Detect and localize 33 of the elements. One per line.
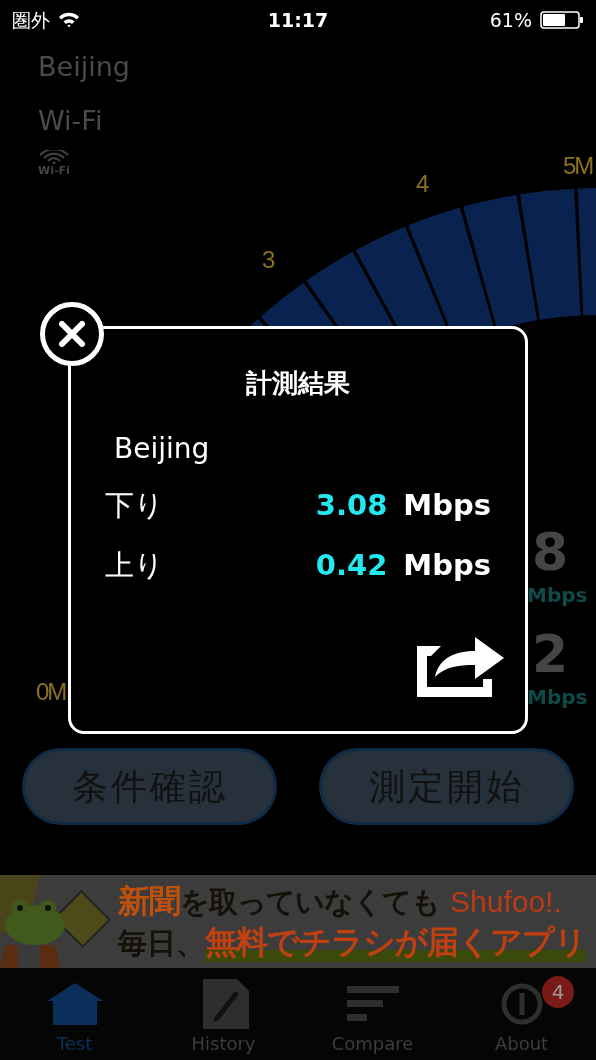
ad-text: 新聞 [118,880,180,921]
unit-text: Mbps [527,685,588,709]
badge: 4 [542,976,574,1008]
house-icon [46,983,103,1025]
unit-text: Mbps [527,583,588,607]
wifi-icon [38,150,70,164]
location-text: Beijing [38,50,131,84]
location-text: Beijing [114,431,210,467]
carrier-text: 圏外 [12,7,50,33]
info-icon [499,982,544,1026]
wifi-icon [58,12,80,28]
bars-icon [346,986,399,1022]
close-icon [59,321,85,347]
dialog-title: 計測結果 [245,367,351,399]
reading-text: 2 [532,626,569,682]
wifi-label: Wi-Fi [38,164,70,177]
gauge-label: 5M [563,152,593,180]
unit-text: Mbps [403,547,491,583]
network-text: Wi-Fi [38,104,104,138]
tab[interactable]: Test [0,968,149,1060]
gauge-label: 0M [36,678,66,706]
battery-icon [540,10,584,30]
battery-text: 61% [489,7,532,33]
brand-logo: Shufoo!. [450,883,562,920]
result-label: 下り [105,487,165,523]
reading-text: 8 [532,524,569,580]
result-label: 上り [105,547,165,583]
result-value: 3.08 [315,487,388,523]
gauge-label: 3 [262,246,274,274]
gauge-label: 4 [416,170,428,198]
unit-text: Mbps [403,487,491,523]
time-text: 11:17 [267,7,329,33]
result-value: 0.42 [315,547,388,583]
